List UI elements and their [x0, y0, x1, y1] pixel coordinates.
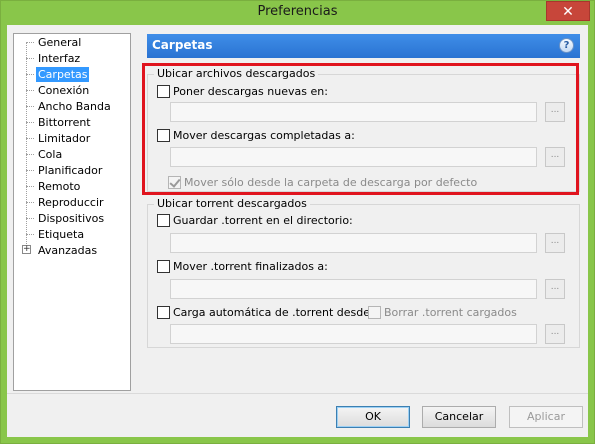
tree-item-interfaz[interactable]: Interfaz — [36, 51, 82, 66]
close-button[interactable]: ✕ — [546, 1, 590, 21]
autoload-checkbox[interactable] — [157, 306, 170, 319]
tree-item-etiqueta[interactable]: Etiqueta — [36, 227, 86, 242]
autoload-label: Carga automática de .torrent desde: — [173, 306, 374, 319]
move-finished-label: Mover .torrent finalizados a: — [173, 260, 328, 273]
cancel-button[interactable]: Cancelar — [422, 406, 496, 428]
delete-loaded-option[interactable]: Borrar .torrent cargados — [368, 305, 517, 320]
tree-item-general[interactable]: General — [36, 35, 83, 50]
panel-title: Carpetas — [152, 38, 213, 52]
button-bar-separator — [7, 393, 588, 394]
torrents-group-title: Ubicar torrent descargados — [154, 197, 310, 210]
help-icon[interactable]: ? — [559, 38, 574, 53]
tree-connector — [26, 154, 34, 155]
store-torrent-option[interactable]: Guardar .torrent en el directorio: — [157, 213, 353, 228]
tree-connector — [26, 122, 34, 123]
tree-connector — [26, 90, 34, 91]
ok-button[interactable]: OK — [336, 406, 410, 428]
tree-item-carpetas[interactable]: Carpetas — [36, 67, 90, 82]
tree-expand-icon[interactable]: + — [22, 245, 31, 254]
tree-connector — [26, 234, 34, 235]
panel-header: Carpetas ? — [147, 34, 580, 58]
autoload-option[interactable]: Carga automática de .torrent desde: — [157, 305, 374, 320]
move-finished-checkbox[interactable] — [157, 260, 170, 273]
preferences-window: Preferencias ✕ General Interfaz Carpetas… — [0, 0, 595, 444]
window-frame-right — [588, 25, 594, 443]
tree-connector — [26, 170, 34, 171]
autoload-path-field[interactable] — [170, 324, 537, 344]
move-finished-path-field[interactable] — [170, 279, 537, 299]
tree-item-reproduccir[interactable]: Reproduccir — [36, 195, 106, 210]
autoload-browse-button[interactable]: ... — [545, 324, 565, 344]
store-torrent-label: Guardar .torrent en el directorio: — [173, 214, 353, 227]
tree-connector — [26, 42, 34, 43]
window-frame-bottom — [1, 437, 594, 443]
store-torrent-browse-button[interactable]: ... — [545, 233, 565, 253]
delete-loaded-checkbox[interactable] — [368, 306, 381, 319]
tree-item-cola[interactable]: Cola — [36, 147, 64, 162]
tree-item-avanzadas[interactable]: Avanzadas — [36, 243, 99, 258]
category-tree[interactable]: General Interfaz Carpetas Conexión Ancho… — [13, 33, 131, 391]
title-bar[interactable]: Preferencias ✕ — [1, 1, 594, 25]
tree-connector — [26, 218, 34, 219]
tree-connector — [26, 58, 34, 59]
tree-item-conexion[interactable]: Conexión — [36, 83, 91, 98]
store-torrent-checkbox[interactable] — [157, 214, 170, 227]
store-torrent-path-field[interactable] — [170, 233, 537, 253]
tree-item-dispositivos[interactable]: Dispositivos — [36, 211, 106, 226]
tree-connector — [26, 202, 34, 203]
move-finished-option[interactable]: Mover .torrent finalizados a: — [157, 259, 328, 274]
apply-button[interactable]: Aplicar — [509, 406, 583, 428]
tree-item-bittorrent[interactable]: Bittorrent — [36, 115, 93, 130]
tree-connector — [26, 186, 34, 187]
tree-connector — [26, 106, 34, 107]
tree-item-remoto[interactable]: Remoto — [36, 179, 82, 194]
tree-item-planificador[interactable]: Planificador — [36, 163, 104, 178]
window-frame-left — [1, 25, 7, 443]
tree-connector — [26, 74, 34, 75]
window-title: Preferencias — [257, 4, 338, 19]
tree-item-limitador[interactable]: Limitador — [36, 131, 92, 146]
tree-item-ancho-banda[interactable]: Ancho Banda — [36, 99, 113, 114]
delete-loaded-label: Borrar .torrent cargados — [384, 306, 517, 319]
move-finished-browse-button[interactable]: ... — [545, 279, 565, 299]
tree-connector — [26, 138, 34, 139]
highlight-box — [142, 63, 579, 195]
